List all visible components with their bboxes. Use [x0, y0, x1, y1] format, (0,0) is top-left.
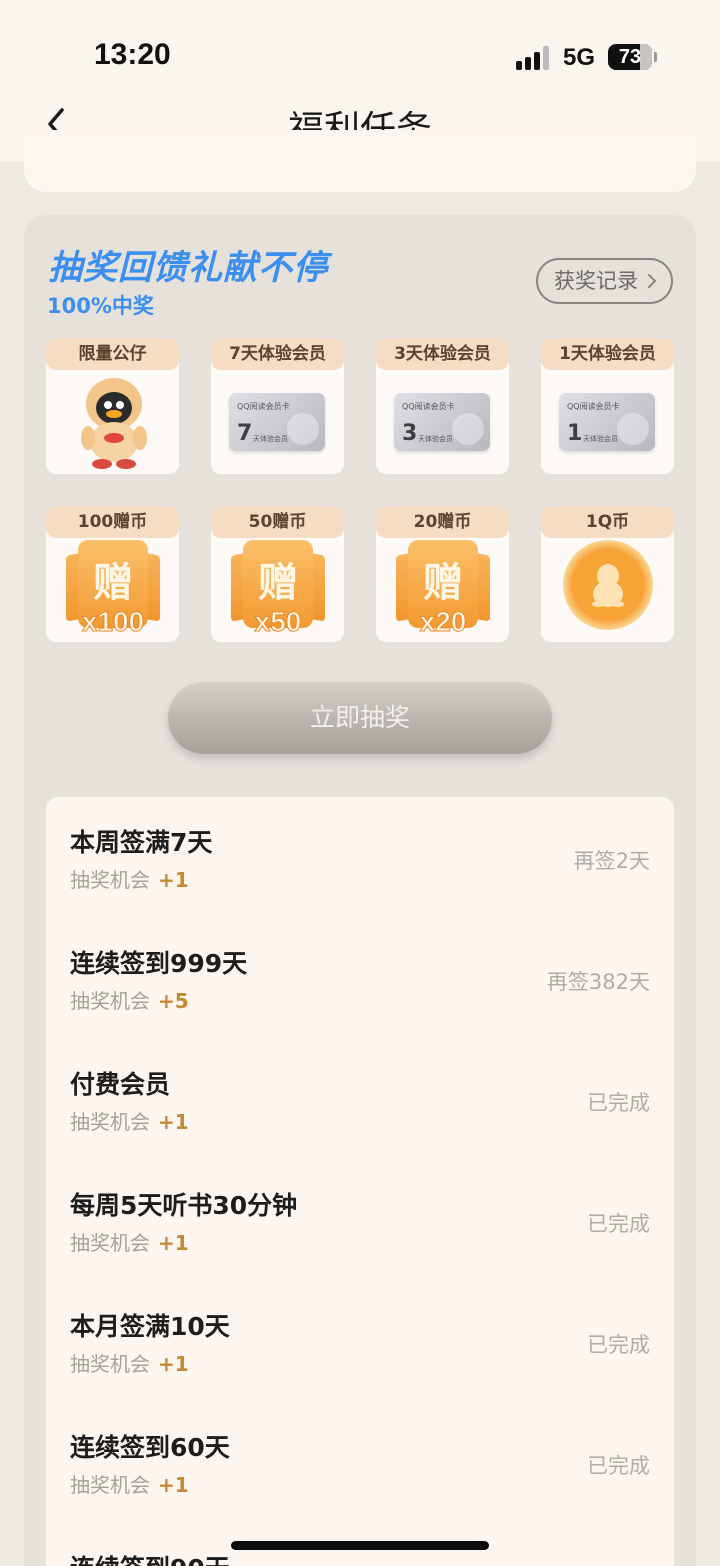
task-status: 再签2天: [573, 849, 650, 873]
status-time: 13:20: [94, 38, 171, 71]
member-card-image: QQ阅读会员卡 7 天体验会员: [229, 393, 325, 451]
qq-coin-icon: [563, 540, 653, 630]
penguin-icon: [617, 413, 649, 445]
chevron-right-icon: [648, 274, 657, 288]
task-status: 已完成: [587, 1212, 650, 1236]
network-type: 5G: [563, 44, 596, 71]
draw-now-button[interactable]: 立即抽奖: [168, 682, 552, 754]
task-row: 本周签满7天 抽奖机会 +1 再签2天: [46, 797, 674, 917]
task-reward: 抽奖机会 +1: [70, 868, 189, 892]
coin-coupon-icon: 赠 x100: [66, 536, 160, 638]
prize-item: 7天体验会员 QQ阅读会员卡 7 天体验会员: [211, 338, 344, 474]
task-status: 再签382天: [546, 970, 650, 994]
task-list: 本周签满7天 抽奖机会 +1 再签2天 连续签到999天 抽奖机会 +5 再签382…: [46, 797, 674, 1566]
signal-icon: [516, 44, 552, 70]
task-row: 付费会员 抽奖机会 +1 已完成: [46, 1039, 674, 1159]
task-row: 连续签到60天 抽奖机会 +1 已完成: [46, 1402, 674, 1522]
member-card-image: QQ阅读会员卡 1 天体验会员: [559, 393, 655, 451]
penguin-mascot-image: [81, 378, 147, 469]
task-title: 本月签满10天: [70, 1312, 230, 1341]
task-title: 付费会员: [70, 1070, 171, 1099]
prize-label: 100赠币: [46, 506, 179, 538]
battery-level: 73: [618, 46, 642, 68]
task-reward: 抽奖机会 +1: [70, 1473, 189, 1497]
task-reward: 抽奖机会 +5: [70, 989, 189, 1013]
prize-item: 20赠币 赠 x20: [376, 506, 509, 642]
prize-item: 3天体验会员 QQ阅读会员卡 3 天体验会员: [376, 338, 509, 474]
task-status: 已完成: [587, 1091, 650, 1115]
home-indicator[interactable]: [231, 1541, 489, 1550]
prize-item: 1天体验会员 QQ阅读会员卡 1 天体验会员: [541, 338, 674, 474]
top-card: [24, 130, 696, 192]
coin-coupon-icon: 赠 x50: [231, 536, 325, 638]
prize-item: 100赠币 赠 x100: [46, 506, 179, 642]
prize-item: 限量公仔: [46, 338, 179, 474]
status-bar: 13:20 5G 73: [0, 0, 720, 84]
prize-item: 1Q币: [541, 506, 674, 642]
battery-tip: [654, 52, 657, 62]
task-title: 连续签到90天: [70, 1549, 230, 1566]
prize-record-label: 获奖记录: [554, 269, 638, 293]
task-status: 已完成: [587, 1454, 650, 1478]
prize-label: 1Q币: [541, 506, 674, 538]
penguin-icon: [592, 564, 624, 607]
task-title: 连续签到999天: [70, 949, 248, 978]
task-title: 本周签满7天: [70, 828, 213, 857]
prize-label: 7天体验会员: [211, 338, 344, 370]
coin-coupon-icon: 赠 x20: [396, 536, 490, 638]
task-title: 每周5天听书30分钟: [70, 1191, 298, 1220]
member-card-image: QQ阅读会员卡 3 天体验会员: [394, 393, 490, 451]
task-status: 已完成: [587, 1333, 650, 1357]
prize-item: 50赠币 赠 x50: [211, 506, 344, 642]
task-reward: 抽奖机会 +1: [70, 1352, 189, 1376]
penguin-icon: [452, 413, 484, 445]
task-row: 本月签满10天 抽奖机会 +1 已完成: [46, 1281, 674, 1401]
prize-label: 限量公仔: [46, 338, 179, 370]
prize-label: 20赠币: [376, 506, 509, 538]
prize-label: 50赠币: [211, 506, 344, 538]
lottery-slogan: 抽奖回馈礼献不停: [48, 248, 328, 288]
prize-record-button[interactable]: 获奖记录: [536, 258, 673, 304]
prize-label: 1天体验会员: [541, 338, 674, 370]
task-title: 连续签到60天: [70, 1433, 230, 1462]
lottery-subslogan: 100%中奖: [47, 294, 154, 318]
task-reward: 抽奖机会 +1: [70, 1110, 189, 1134]
task-reward: 抽奖机会 +1: [70, 1231, 189, 1255]
battery-icon: 73: [608, 44, 652, 70]
penguin-icon: [287, 413, 319, 445]
prize-label: 3天体验会员: [376, 338, 509, 370]
task-row: 连续签到999天 抽奖机会 +5 再签382天: [46, 918, 674, 1038]
task-row: 每周5天听书30分钟 抽奖机会 +1 已完成: [46, 1160, 674, 1280]
